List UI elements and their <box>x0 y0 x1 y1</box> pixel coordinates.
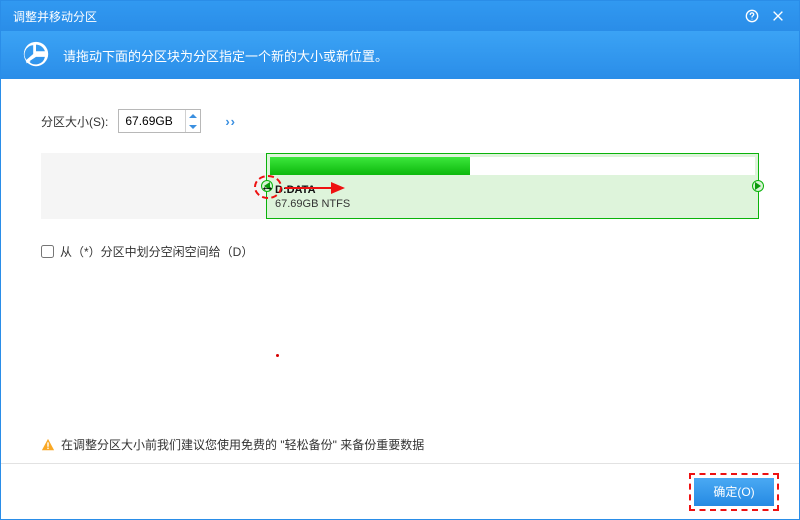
window-title: 调整并移动分区 <box>13 8 739 25</box>
spin-buttons <box>185 110 200 132</box>
banner-description: 请拖动下面的分区块为分区指定一个新的大小或新位置。 <box>63 46 388 65</box>
partition-info: 67.69GB NTFS <box>275 197 350 211</box>
annotation-red-dot <box>276 354 279 357</box>
help-icon <box>745 9 759 23</box>
partition-right-grip[interactable] <box>752 180 764 192</box>
close-icon <box>771 9 785 23</box>
footer: 确定(O) <box>1 463 799 519</box>
ok-button[interactable]: 确定(O) <box>694 478 774 506</box>
header-banner: 请拖动下面的分区块为分区指定一个新的大小或新位置。 <box>1 31 799 79</box>
grip-left-icon <box>264 182 270 190</box>
spin-down-button[interactable] <box>186 121 200 132</box>
allocate-row: 从（*）分区中划分空闲空间给（D） <box>41 243 759 260</box>
chevron-down-icon <box>189 124 197 130</box>
size-input[interactable] <box>119 110 185 132</box>
spin-up-button[interactable] <box>186 110 200 121</box>
ok-highlight-ring: 确定(O) <box>689 473 779 511</box>
size-spinbox[interactable] <box>118 109 201 133</box>
partition-free-fill <box>470 157 755 175</box>
expand-toggle[interactable]: ›› <box>225 114 236 129</box>
partition-label-group: D:DATA 67.69GB NTFS <box>275 183 350 211</box>
warning-icon <box>41 438 55 452</box>
warning-text: 在调整分区大小前我们建议您使用免费的 "轻松备份" 来备份重要数据 <box>61 436 424 453</box>
partition-left-grip[interactable] <box>261 180 273 192</box>
allocate-checkbox[interactable] <box>41 245 54 258</box>
partition-header-icon <box>21 39 51 72</box>
content-area: 分区大小(S): ›› D:DATA 67.69GB NTFS <box>1 79 799 463</box>
allocate-label: 从（*）分区中划分空闲空间给（D） <box>60 243 253 260</box>
help-button[interactable] <box>739 3 765 29</box>
size-row: 分区大小(S): ›› <box>41 109 759 133</box>
size-label: 分区大小(S): <box>41 113 108 130</box>
grip-right-icon <box>755 182 761 190</box>
partition-block[interactable]: D:DATA 67.69GB NTFS <box>266 153 759 219</box>
partition-used-fill <box>270 157 470 175</box>
title-bar: 调整并移动分区 <box>1 1 799 31</box>
warning-row: 在调整分区大小前我们建议您使用免费的 "轻松备份" 来备份重要数据 <box>41 436 759 453</box>
partition-visualiser: D:DATA 67.69GB NTFS ↔ <box>41 153 759 219</box>
close-button[interactable] <box>765 3 791 29</box>
partition-name: D:DATA <box>275 183 350 197</box>
chevron-up-icon <box>189 113 197 119</box>
